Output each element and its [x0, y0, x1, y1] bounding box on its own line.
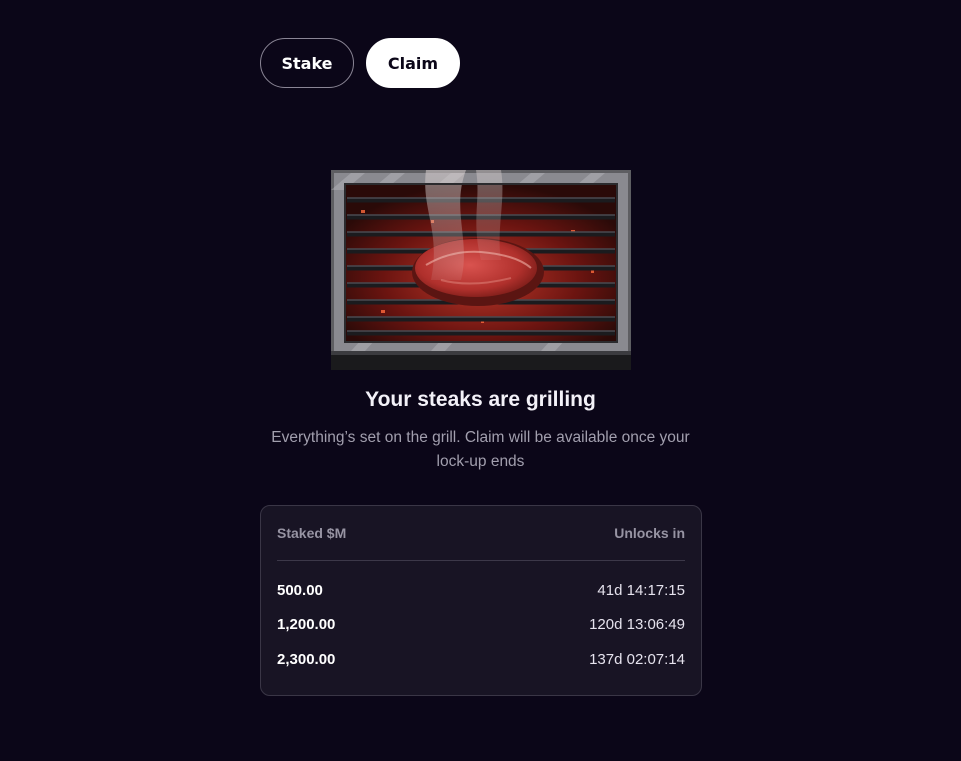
tab-claim[interactable]: Claim	[366, 38, 460, 88]
column-header-staked: Staked $M	[277, 525, 347, 541]
table-row: 500.00 41d 14:17:15	[277, 573, 685, 608]
staked-amount: 1,200.00	[277, 616, 336, 634]
page-title: Your steaks are grilling	[365, 388, 596, 411]
page-subtitle: Everything’s set on the grill. Claim wil…	[271, 429, 690, 470]
table-row: 2,300.00 137d 02:07:14	[277, 642, 685, 677]
table-header: Staked $M Unlocks in	[277, 506, 685, 561]
positions-list: 500.00 41d 14:17:15 1,200.00 120d 13:06:…	[277, 561, 685, 677]
unlock-countdown: 137d 02:07:14	[589, 650, 685, 668]
tab-stake[interactable]: Stake	[260, 38, 354, 88]
staked-amount: 500.00	[277, 581, 323, 599]
staked-positions-card: Staked $M Unlocks in 500.00 41d 14:17:15…	[260, 505, 702, 696]
grilling-steak-illustration	[331, 170, 631, 370]
stake-claim-tabs: Stake Claim	[260, 38, 460, 88]
column-header-unlocks: Unlocks in	[614, 525, 685, 541]
unlock-countdown: 41d 14:17:15	[597, 581, 685, 599]
table-row: 1,200.00 120d 13:06:49	[277, 608, 685, 643]
unlock-countdown: 120d 13:06:49	[589, 616, 685, 634]
staked-amount: 2,300.00	[277, 650, 336, 668]
